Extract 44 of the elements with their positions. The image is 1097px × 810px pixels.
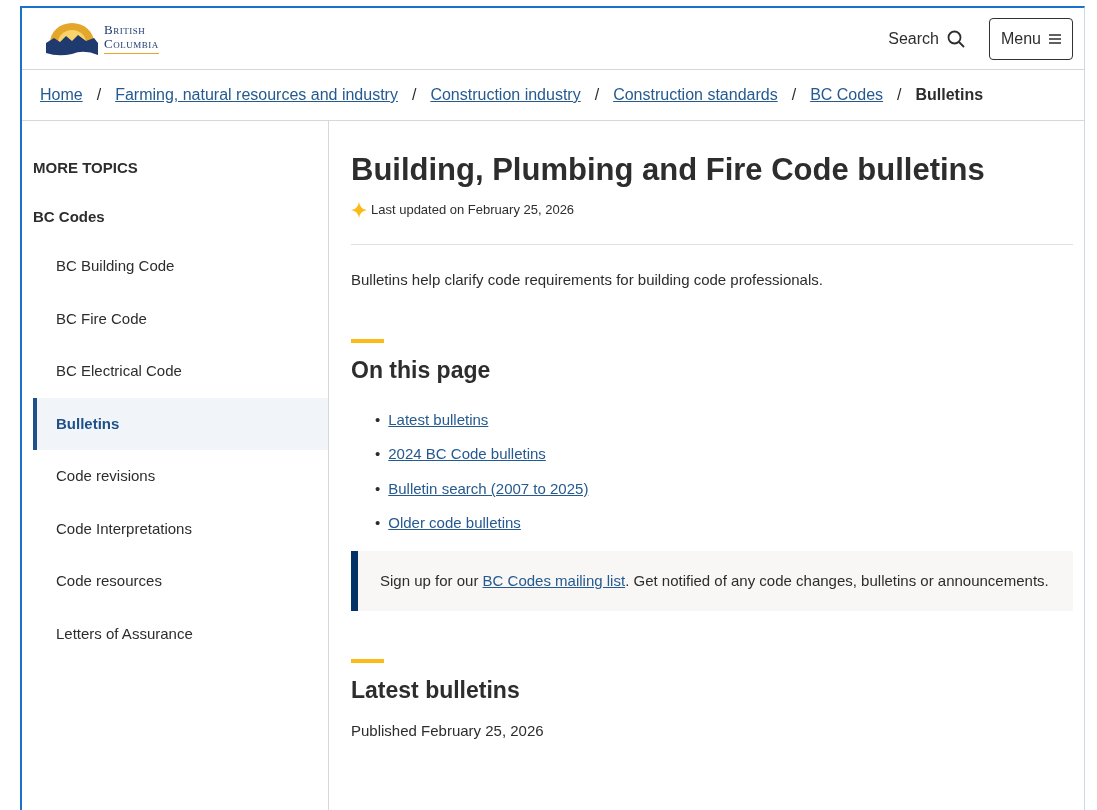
breadcrumb-separator: / <box>791 85 797 105</box>
intro-text: Bulletins help clarify code requirements for building code professionals. <box>351 269 824 290</box>
sidebar-item[interactable]: BC Electrical Code <box>33 345 328 398</box>
breadcrumb-separator: / <box>897 85 902 105</box>
bullet-mark: • <box>375 409 381 430</box>
bullet-mark: • <box>375 444 381 465</box>
sidebar-item[interactable]: Code resources <box>33 555 328 608</box>
search-icon <box>946 29 965 48</box>
sidebar-section-title: BC Codes <box>32 206 106 227</box>
breadcrumb-link[interactable]: Construction industry <box>430 83 581 107</box>
last-updated-text: Last updated on February 25, 2026 <box>371 201 575 220</box>
logo-link[interactable]: British Columbia <box>44 20 159 57</box>
menu-button[interactable]: Menu <box>988 17 1073 60</box>
sidebar-item[interactable]: Letters of Assurance <box>33 607 328 660</box>
menu-icon <box>1049 33 1061 44</box>
breadcrumb-link[interactable]: Farming, natural resources and industry <box>115 83 398 107</box>
sparkle-icon <box>351 201 367 218</box>
sidebar-item[interactable]: Code revisions <box>33 450 328 503</box>
sidebar-item[interactable]: Bulletins <box>33 397 328 450</box>
sidebar-heading: MORE TOPICS <box>32 158 139 178</box>
toc-link[interactable]: 2024 BC Code bulletins <box>388 443 546 466</box>
section-heading: Latest bulletins <box>351 676 521 705</box>
breadcrumb-current: Bulletins <box>915 85 984 105</box>
breadcrumb-link[interactable]: BC Codes <box>810 83 884 107</box>
sun-mountain-logo-icon <box>44 20 100 57</box>
breadcrumb-link[interactable]: Home <box>40 83 83 107</box>
breadcrumb-separator: / <box>96 85 102 105</box>
sidebar-item[interactable]: BC Building Code <box>33 240 328 293</box>
toc-link[interactable]: Older code bulletins <box>388 512 521 535</box>
toc-link[interactable]: Latest bulletins <box>388 408 489 432</box>
search-link[interactable]: Search <box>888 26 965 51</box>
bullet-mark: • <box>375 513 381 534</box>
toc-link[interactable]: Bulletin search (2007 to 2025) <box>388 477 589 501</box>
section-heading: On this page <box>351 357 492 385</box>
callout-text: Sign up for our BC Codes mailing list. Get notified of any code changes, bulletins or announcements. <box>380 570 1050 591</box>
breadcrumb-separator: / <box>411 85 417 105</box>
breadcrumb-link[interactable]: Construction standards <box>613 83 778 107</box>
page-title: Building, Plumbing and Fire Code bulletins <box>351 151 986 189</box>
bullet-mark: • <box>375 478 381 499</box>
sidebar-item[interactable]: Code Interpretations <box>33 502 328 555</box>
sidebar-item[interactable]: BC Fire Code <box>33 292 328 345</box>
breadcrumb-separator: / <box>594 85 600 105</box>
published-date: Published February 25, 2026 <box>351 721 545 742</box>
logo-text: British Columbia <box>104 23 159 54</box>
